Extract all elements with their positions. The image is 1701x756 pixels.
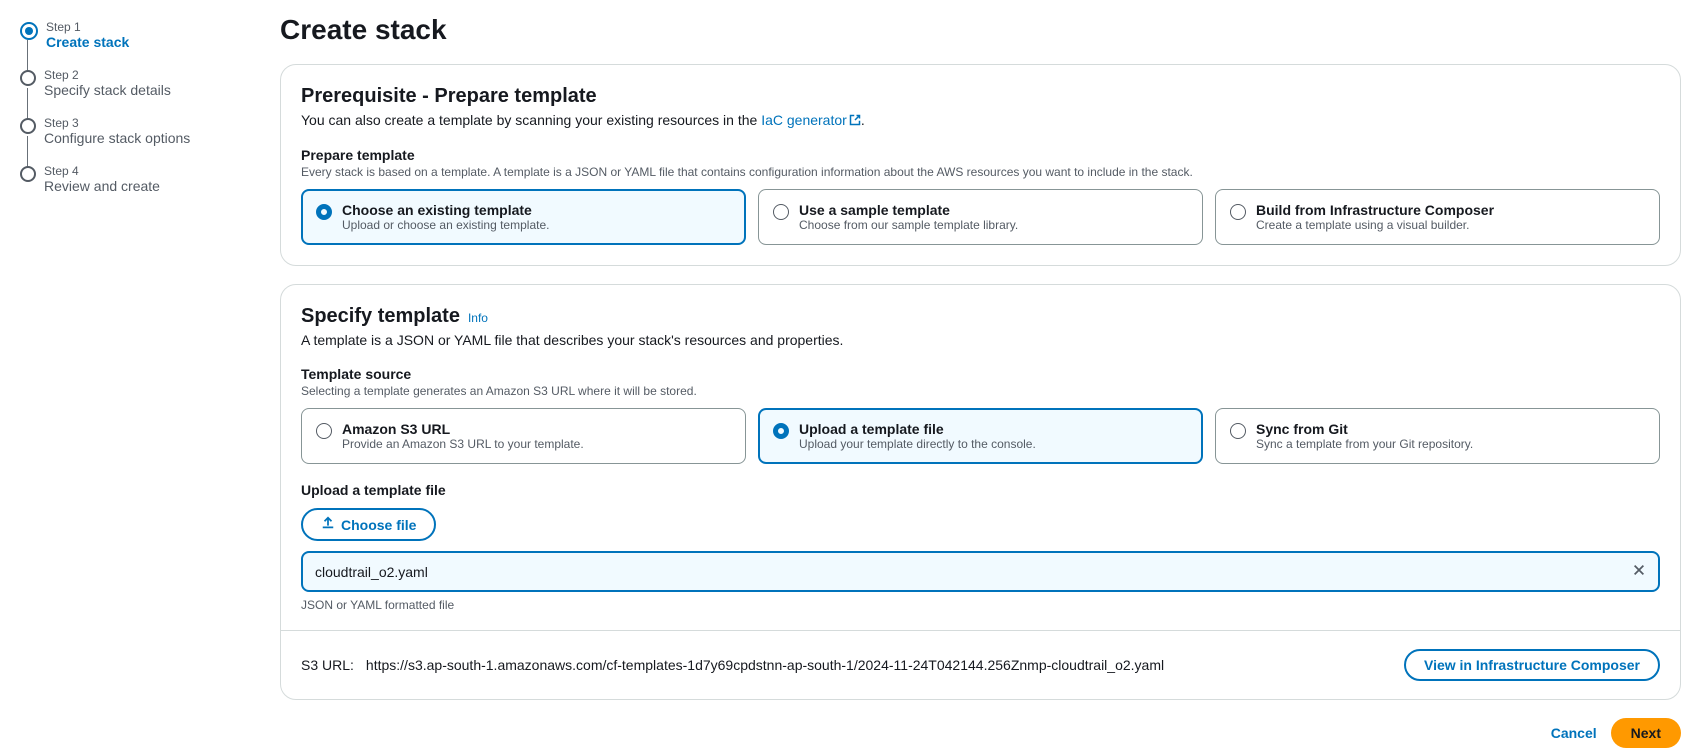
template-source-desc: Selecting a template generates an Amazon… — [301, 384, 1660, 398]
wizard-sidebar: Step 1 Create stack Step 2 Specify stack… — [20, 0, 280, 748]
prerequisite-subtitle: You can also create a template by scanni… — [301, 112, 1660, 129]
option-sample-template[interactable]: Use a sample template Choose from our sa… — [758, 189, 1203, 245]
option-title: Sync from Git — [1256, 421, 1473, 437]
external-link-icon — [849, 113, 861, 129]
file-input[interactable]: cloudtrail_o2.yaml — [301, 551, 1660, 592]
subtitle-post: . — [861, 112, 865, 128]
option-title: Use a sample template — [799, 202, 1018, 218]
option-upload-file[interactable]: Upload a template file Upload your templ… — [758, 408, 1203, 464]
step-4[interactable]: Step 4 Review and create — [20, 164, 280, 194]
step-2[interactable]: Step 2 Specify stack details — [20, 68, 280, 98]
step-radio-icon — [20, 22, 38, 40]
step-label: Step 2 — [44, 68, 171, 82]
step-title: Configure stack options — [44, 130, 190, 146]
step-label: Step 1 — [46, 20, 129, 34]
specify-template-panel: Specify template Info A template is a JS… — [280, 284, 1681, 700]
next-button[interactable]: Next — [1611, 718, 1681, 748]
option-title: Amazon S3 URL — [342, 421, 584, 437]
option-desc: Provide an Amazon S3 URL to your templat… — [342, 437, 584, 451]
radio-icon — [316, 204, 332, 220]
option-title: Build from Infrastructure Composer — [1256, 202, 1494, 218]
iac-generator-link[interactable]: IaC generator — [761, 112, 861, 128]
step-title: Specify stack details — [44, 82, 171, 98]
upload-icon — [321, 516, 335, 533]
page-title: Create stack — [280, 14, 1681, 46]
template-source-options: Amazon S3 URL Provide an Amazon S3 URL t… — [301, 408, 1660, 464]
step-label: Step 4 — [44, 164, 160, 178]
radio-icon — [773, 204, 789, 220]
subtitle-pre: You can also create a template by scanni… — [301, 112, 761, 128]
cancel-button[interactable]: Cancel — [1551, 725, 1597, 741]
choose-file-label: Choose file — [341, 517, 416, 533]
file-hint: JSON or YAML formatted file — [301, 598, 1660, 612]
option-desc: Upload or choose an existing template. — [342, 218, 549, 232]
option-s3-url[interactable]: Amazon S3 URL Provide an Amazon S3 URL t… — [301, 408, 746, 464]
prerequisite-panel: Prerequisite - Prepare template You can … — [280, 64, 1681, 266]
option-desc: Create a template using a visual builder… — [1256, 218, 1494, 232]
radio-icon — [773, 423, 789, 439]
file-name: cloudtrail_o2.yaml — [315, 564, 428, 580]
iac-link-text: IaC generator — [761, 112, 847, 128]
choose-file-button[interactable]: Choose file — [301, 508, 436, 541]
radio-icon — [316, 423, 332, 439]
option-desc: Upload your template directly to the con… — [799, 437, 1036, 451]
option-title: Choose an existing template — [342, 202, 549, 218]
action-row: Cancel Next — [280, 718, 1681, 748]
main-content: Create stack Prerequisite - Prepare temp… — [280, 0, 1681, 748]
template-source-label: Template source — [301, 366, 1660, 382]
option-desc: Choose from our sample template library. — [799, 218, 1018, 232]
step-3[interactable]: Step 3 Configure stack options — [20, 116, 280, 146]
view-composer-button[interactable]: View in Infrastructure Composer — [1404, 649, 1660, 681]
step-radio-icon — [20, 166, 36, 182]
option-infrastructure-composer[interactable]: Build from Infrastructure Composer Creat… — [1215, 189, 1660, 245]
step-radio-icon — [20, 118, 36, 134]
step-title: Review and create — [44, 178, 160, 194]
option-desc: Sync a template from your Git repository… — [1256, 437, 1473, 451]
option-title: Upload a template file — [799, 421, 1036, 437]
radio-icon — [1230, 204, 1246, 220]
radio-icon — [1230, 423, 1246, 439]
s3-url-value: https://s3.ap-south-1.amazonaws.com/cf-t… — [366, 657, 1164, 673]
step-radio-icon — [20, 70, 36, 86]
s3-url-label: S3 URL: — [301, 657, 354, 673]
prepare-template-options: Choose an existing template Upload or ch… — [301, 189, 1660, 245]
option-sync-git[interactable]: Sync from Git Sync a template from your … — [1215, 408, 1660, 464]
upload-label: Upload a template file — [301, 482, 1660, 498]
info-link[interactable]: Info — [468, 311, 488, 325]
step-title: Create stack — [46, 34, 129, 50]
prepare-template-label: Prepare template — [301, 147, 1660, 163]
specify-template-subtitle: A template is a JSON or YAML file that d… — [301, 332, 1660, 348]
specify-template-title: Specify template — [301, 305, 460, 328]
panel-footer: S3 URL: https://s3.ap-south-1.amazonaws.… — [281, 630, 1680, 699]
step-1[interactable]: Step 1 Create stack — [20, 20, 280, 50]
prepare-template-desc: Every stack is based on a template. A te… — [301, 165, 1660, 179]
option-choose-existing[interactable]: Choose an existing template Upload or ch… — [301, 189, 746, 245]
prerequisite-title: Prerequisite - Prepare template — [301, 85, 1660, 108]
clear-file-button[interactable] — [1632, 561, 1646, 582]
step-label: Step 3 — [44, 116, 190, 130]
